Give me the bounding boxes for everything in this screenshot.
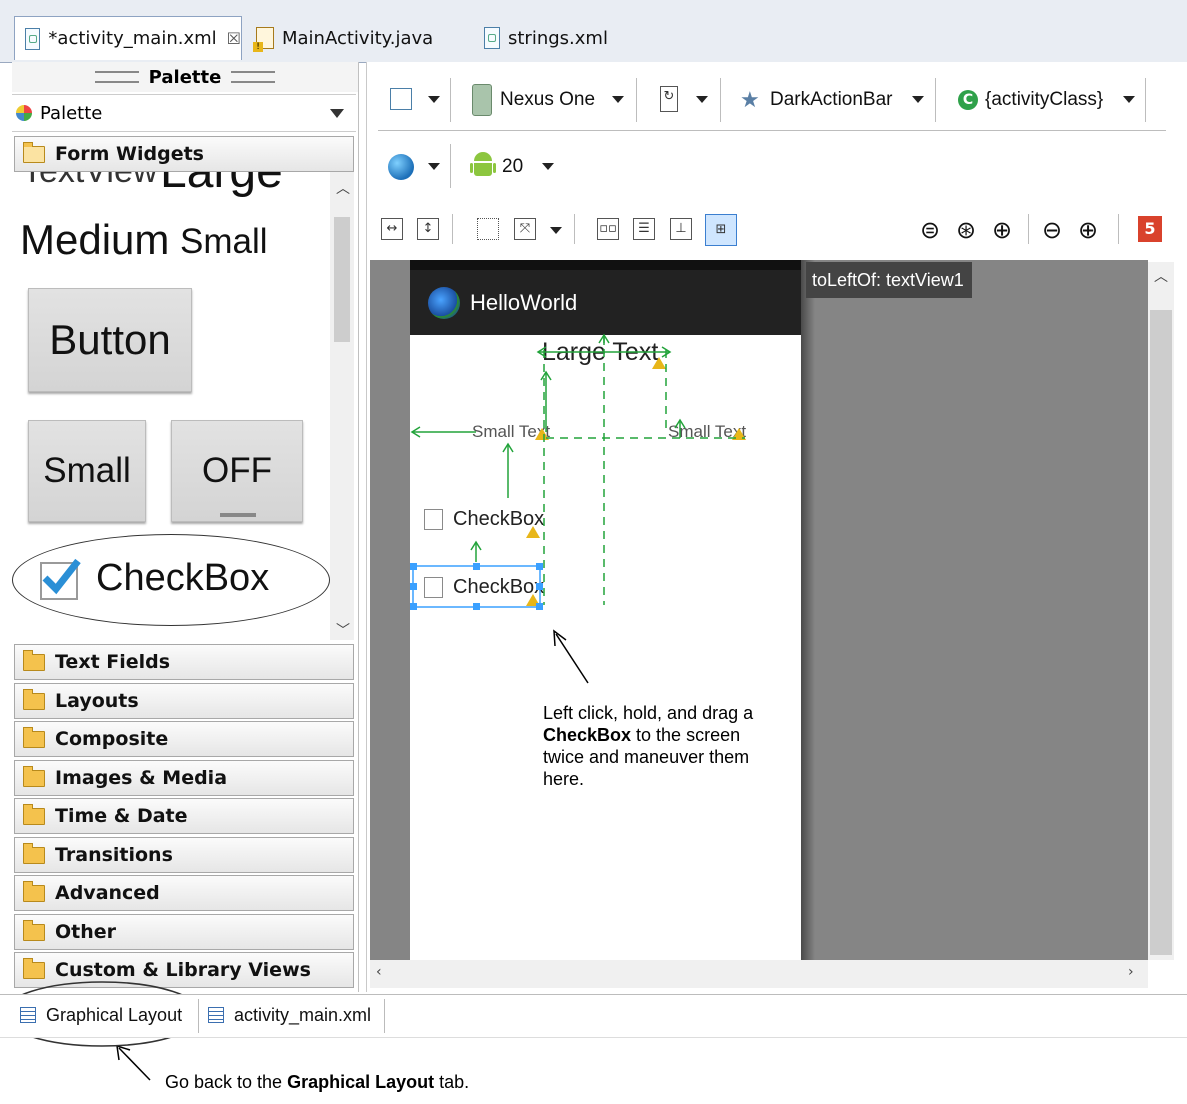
layout-icon [20, 1007, 36, 1023]
tab-activity-main-xml-source[interactable]: activity_main.xml [208, 995, 371, 1035]
note-line-4: here. [543, 769, 585, 789]
note-line-2: to the screen [631, 725, 741, 745]
tab-label: activity_main.xml [234, 1004, 372, 1025]
tab-label: Graphical Layout [46, 1004, 183, 1025]
canvas-horizontal-scrollbar[interactable]: ‹ › [370, 960, 1148, 988]
editor-mode-tabs: Graphical Layout activity_main.xml [0, 994, 1187, 1038]
xml-source-icon [208, 1007, 224, 1023]
tab-separator [198, 999, 199, 1033]
drag-instruction-note: Left click, hold, and drag a CheckBox to… [543, 702, 793, 790]
scroll-left-icon[interactable]: ‹ [376, 964, 382, 980]
canvas-vertical-scroll-thumb[interactable] [1150, 310, 1172, 955]
note-line-1: Left click, hold, and drag a [543, 703, 754, 723]
constraint-guides [1, 333, 745, 1081]
tab-graphical-layout[interactable]: Graphical Layout [20, 995, 182, 1035]
go-back-instruction-note: Go back to the Graphical Layout tab. [165, 1071, 469, 1093]
scroll-up-icon[interactable]: ︿ [1154, 266, 1168, 286]
note-bold-tab: Graphical Layout [287, 1072, 435, 1092]
tab-separator [384, 999, 385, 1033]
scroll-right-icon[interactable]: › [1128, 964, 1134, 980]
note-bold-checkbox: CheckBox [543, 725, 632, 745]
note-suffix: tab. [434, 1072, 470, 1092]
note-line-3: twice and maneuver them [543, 747, 750, 767]
note-prefix: Go back to the [165, 1072, 288, 1092]
